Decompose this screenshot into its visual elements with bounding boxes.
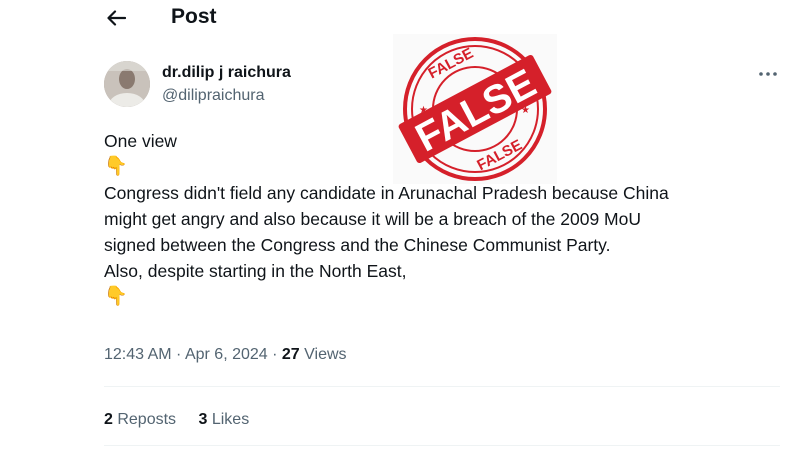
tweet-line: Congress didn't field any candidate in A… [104, 183, 669, 203]
views-label: Views [299, 346, 347, 363]
meta-separator: · [267, 346, 282, 363]
pointing-down-emoji: 👇 [104, 156, 128, 177]
tweet-line: One view [104, 131, 177, 151]
views-count: 27 [281, 346, 300, 363]
divider [104, 445, 780, 446]
post-meta: 12:43 AM · Apr 6, 2024 · 27 Views [104, 346, 347, 364]
reposts-label: Reposts [112, 411, 177, 428]
tweet-body: One view 👇 Congress didn't field any can… [104, 128, 764, 310]
tweet-line: signed between the Congress and the Chin… [104, 235, 611, 255]
author-handle[interactable]: @dilipraichura [162, 87, 265, 105]
post-date[interactable]: Apr 6, 2024 [185, 346, 268, 363]
tweet-line: Also, despite starting in the North East… [104, 261, 407, 281]
likes-label: Likes [207, 411, 250, 428]
back-button[interactable] [98, 4, 134, 32]
tweet-line: might get angry and also because it will… [104, 209, 641, 229]
avatar-image [104, 61, 150, 107]
reposts-link[interactable]: 2 Reposts [104, 411, 176, 428]
author-display-name[interactable]: dr.dilip j raichura [162, 64, 291, 82]
meta-separator: · [171, 346, 185, 363]
more-options-button[interactable] [754, 64, 782, 84]
divider [104, 386, 780, 387]
pointing-down-emoji: 👇 [104, 286, 128, 307]
post-time[interactable]: 12:43 AM [104, 346, 172, 363]
engagement-stats: 2 Reposts 3 Likes [104, 411, 267, 429]
stamp-star-left-icon: ★ [419, 105, 428, 116]
reposts-count: 2 [104, 411, 113, 428]
stamp-star-right-icon: ★ [521, 105, 530, 116]
page-title: Post [171, 5, 217, 28]
more-horizontal-icon [759, 72, 777, 76]
avatar[interactable] [104, 61, 150, 107]
arrow-left-icon [107, 10, 126, 26]
likes-link[interactable]: 3 Likes [199, 411, 250, 428]
